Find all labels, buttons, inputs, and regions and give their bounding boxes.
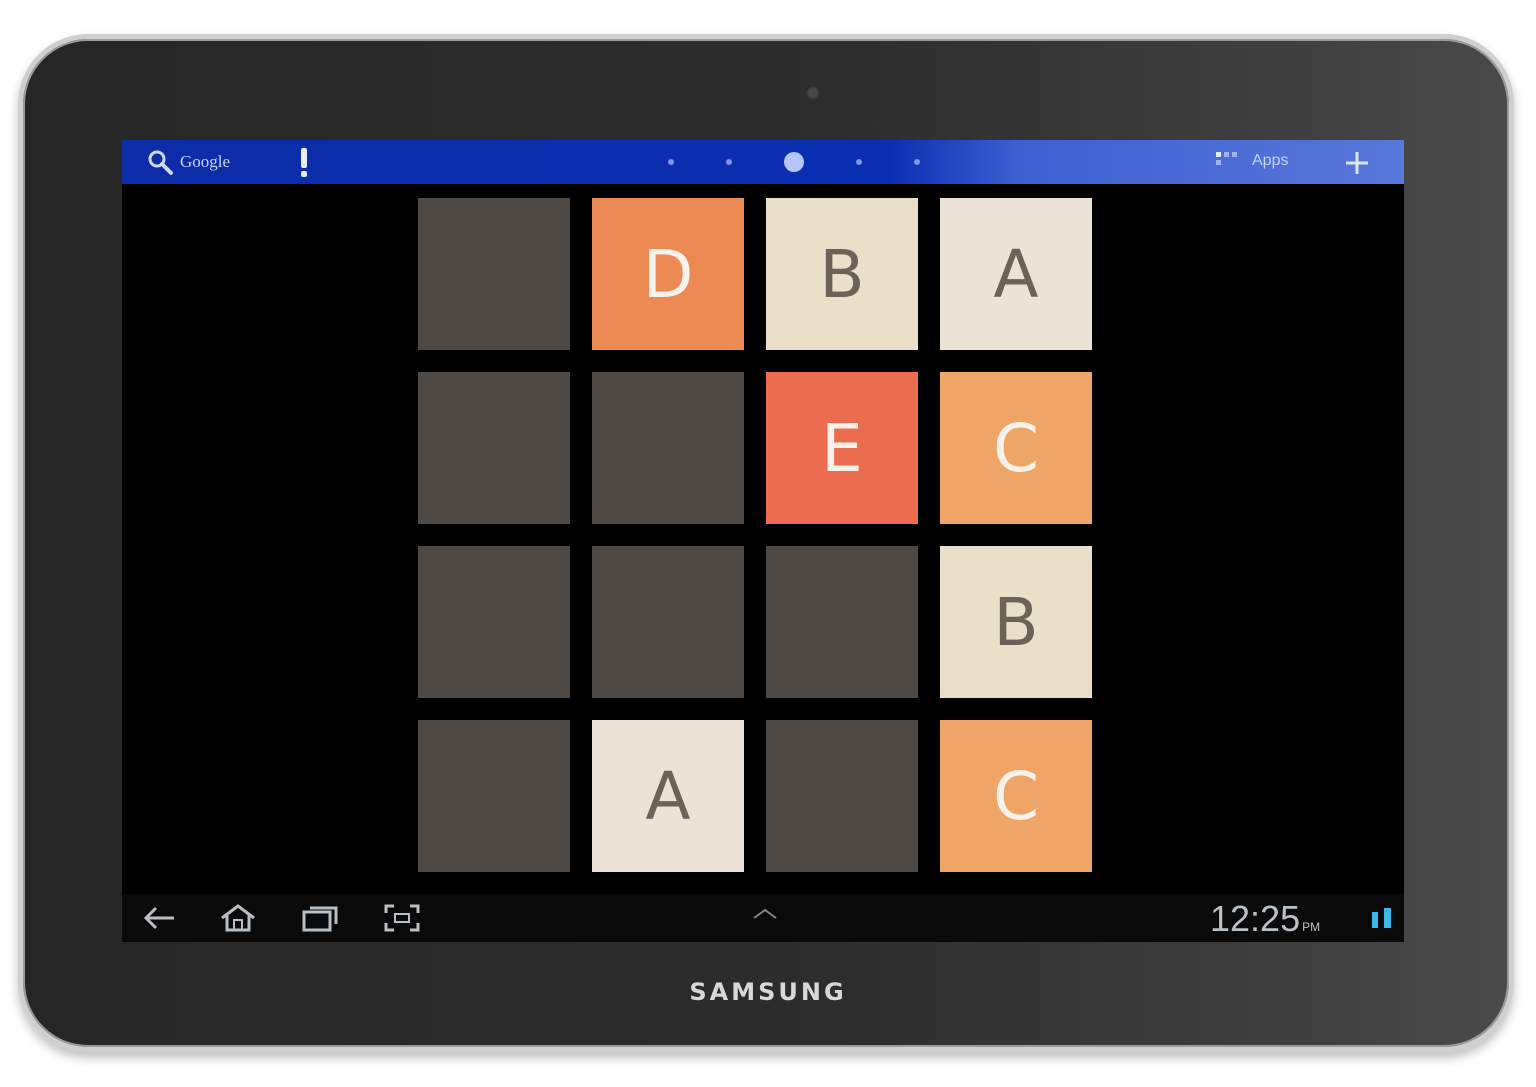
tile-c[interactable]: C xyxy=(940,372,1092,524)
clock[interactable]: 12:25 PM xyxy=(1210,898,1320,940)
system-navigation-bar: 12:25 PM xyxy=(122,894,1404,942)
page-dot[interactable] xyxy=(914,159,920,165)
status-bar: Google Apps xyxy=(122,140,1404,184)
google-label: Google xyxy=(180,152,231,171)
back-icon[interactable] xyxy=(140,902,180,934)
recent-apps-icon[interactable] xyxy=(300,902,340,934)
home-icon[interactable] xyxy=(218,902,258,934)
tile-empty[interactable] xyxy=(592,546,744,698)
clock-ampm: PM xyxy=(1302,920,1321,934)
page-dot[interactable] xyxy=(726,159,732,165)
tile-empty[interactable] xyxy=(418,720,570,872)
google-search-widget[interactable]: Google xyxy=(146,148,230,176)
tile-empty[interactable] xyxy=(418,198,570,350)
apps-grid-icon xyxy=(1216,152,1237,165)
tile-d[interactable]: D xyxy=(592,198,744,350)
screen: Google Apps DBAECBAC 12:25 PM xyxy=(122,140,1404,942)
add-icon[interactable] xyxy=(1342,148,1372,178)
page-dot[interactable] xyxy=(856,159,862,165)
tile-empty[interactable] xyxy=(766,546,918,698)
tile-a[interactable]: A xyxy=(592,720,744,872)
apps-label: Apps xyxy=(1252,152,1289,169)
tile-c[interactable]: C xyxy=(940,720,1092,872)
page-dot-active[interactable] xyxy=(784,152,804,172)
front-camera xyxy=(806,86,820,100)
page-dot[interactable] xyxy=(668,159,674,165)
home-page-indicator xyxy=(642,152,946,172)
tile-empty[interactable] xyxy=(418,372,570,524)
tile-empty[interactable] xyxy=(766,720,918,872)
notification-alert-icon[interactable] xyxy=(298,148,310,178)
tile-empty[interactable] xyxy=(592,372,744,524)
game-board[interactable]: DBAECBAC xyxy=(418,198,1094,874)
tile-empty[interactable] xyxy=(418,546,570,698)
screenshot-icon[interactable] xyxy=(382,902,422,934)
chevron-up-icon[interactable] xyxy=(750,906,780,920)
tile-e[interactable]: E xyxy=(766,372,918,524)
tile-a[interactable]: A xyxy=(940,198,1092,350)
tile-b[interactable]: B xyxy=(940,546,1092,698)
wifi-battery-status-icon[interactable] xyxy=(1368,906,1398,930)
brand-logo: SAMSUNG xyxy=(689,978,847,1006)
apps-button[interactable]: Apps xyxy=(1214,150,1288,172)
search-icon xyxy=(148,150,173,175)
clock-time: 12:25 xyxy=(1210,898,1301,939)
tile-b[interactable]: B xyxy=(766,198,918,350)
